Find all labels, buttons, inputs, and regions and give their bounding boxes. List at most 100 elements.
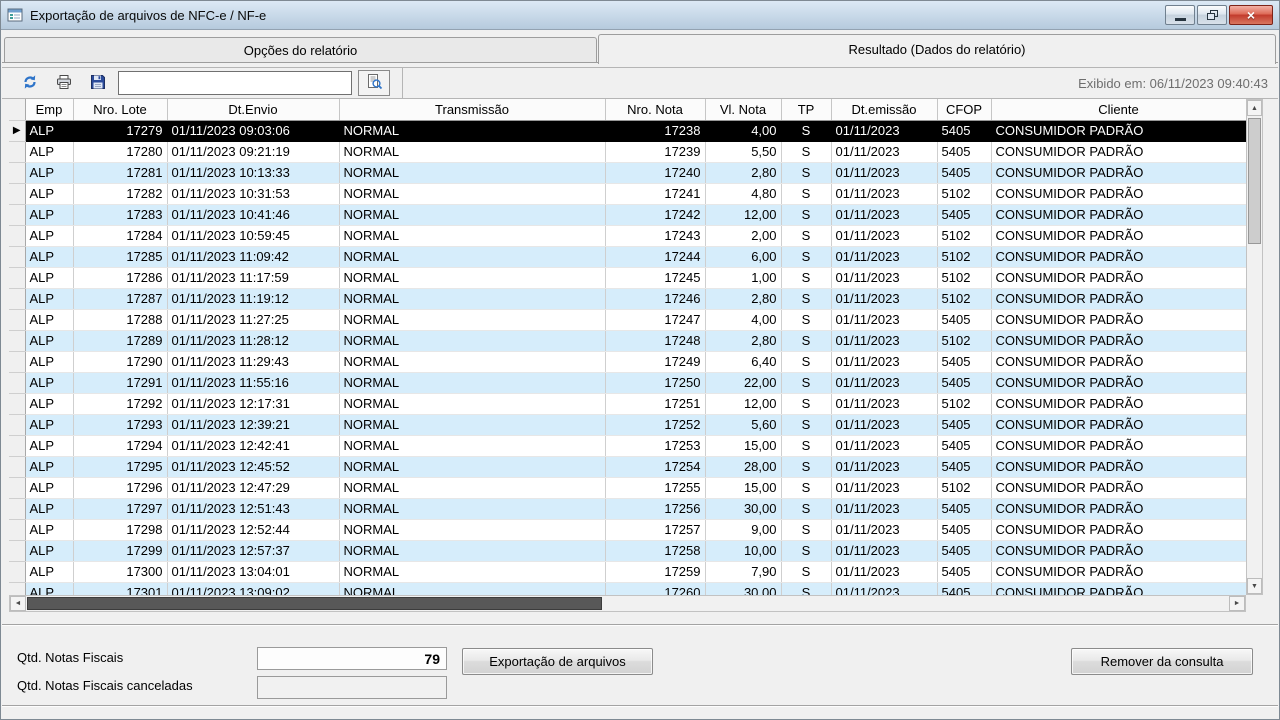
cell[interactable]: S (781, 519, 831, 540)
cell[interactable]: 01/11/2023 11:28:12 (167, 330, 339, 351)
cell[interactable]: NORMAL (339, 267, 605, 288)
cell[interactable]: 5405 (937, 540, 991, 561)
cell[interactable]: CONSUMIDOR PADRÃO (991, 246, 1246, 267)
cell[interactable]: S (781, 540, 831, 561)
column-header-emp[interactable]: Emp (25, 99, 73, 120)
table-row[interactable]: ALP1730101/11/2023 13:09:02NORMAL1726030… (9, 582, 1246, 595)
cell[interactable]: NORMAL (339, 540, 605, 561)
tab-report-result[interactable]: Resultado (Dados do relatório) (598, 34, 1276, 64)
cell[interactable]: 01/11/2023 (831, 540, 937, 561)
cell[interactable]: 01/11/2023 (831, 582, 937, 595)
cell[interactable]: 17285 (73, 246, 167, 267)
remove-from-query-button[interactable]: Remover da consulta (1071, 648, 1253, 675)
table-row[interactable]: ALP1730001/11/2023 13:04:01NORMAL172597,… (9, 561, 1246, 582)
horizontal-scrollbar[interactable]: ◄ ► (9, 595, 1246, 612)
cell[interactable]: 2,00 (705, 225, 781, 246)
cell[interactable]: ALP (25, 519, 73, 540)
cell[interactable]: 17254 (605, 456, 705, 477)
cell[interactable]: 17299 (73, 540, 167, 561)
cell[interactable]: 17260 (605, 582, 705, 595)
cell[interactable]: 17250 (605, 372, 705, 393)
cell[interactable]: 17258 (605, 540, 705, 561)
cell[interactable]: 17288 (73, 309, 167, 330)
cell[interactable]: 01/11/2023 13:09:02 (167, 582, 339, 595)
table-row[interactable]: ALP1728101/11/2023 10:13:33NORMAL172402,… (9, 162, 1246, 183)
filter-input[interactable] (118, 71, 352, 95)
column-header-nro-lote[interactable]: Nro. Lote (73, 99, 167, 120)
cell[interactable]: NORMAL (339, 477, 605, 498)
cell[interactable]: ALP (25, 267, 73, 288)
cell[interactable]: S (781, 141, 831, 162)
cell[interactable]: 17242 (605, 204, 705, 225)
cell[interactable]: 17281 (73, 162, 167, 183)
cell[interactable]: CONSUMIDOR PADRÃO (991, 540, 1246, 561)
cell[interactable]: 17241 (605, 183, 705, 204)
cell[interactable]: 2,80 (705, 162, 781, 183)
cell[interactable]: 01/11/2023 12:17:31 (167, 393, 339, 414)
cell[interactable]: 4,00 (705, 120, 781, 141)
cell[interactable]: CONSUMIDOR PADRÃO (991, 225, 1246, 246)
cell[interactable]: ALP (25, 141, 73, 162)
export-files-button[interactable]: Exportação de arquivos (462, 648, 653, 675)
cell[interactable]: 10,00 (705, 540, 781, 561)
minimize-button[interactable] (1165, 5, 1195, 25)
cell[interactable]: NORMAL (339, 246, 605, 267)
column-header-tp[interactable]: TP (781, 99, 831, 120)
cell[interactable]: CONSUMIDOR PADRÃO (991, 414, 1246, 435)
cell[interactable]: 17294 (73, 435, 167, 456)
qty-cancelled-value[interactable] (257, 676, 447, 699)
cell[interactable]: 28,00 (705, 456, 781, 477)
preview-button[interactable] (358, 70, 390, 96)
cell[interactable]: CONSUMIDOR PADRÃO (991, 204, 1246, 225)
scroll-up-icon[interactable]: ▲ (1247, 100, 1262, 116)
cell[interactable]: ALP (25, 351, 73, 372)
cell[interactable]: 5405 (937, 414, 991, 435)
cell[interactable]: NORMAL (339, 498, 605, 519)
cell[interactable]: 17248 (605, 330, 705, 351)
table-row[interactable]: ALP1729701/11/2023 12:51:43NORMAL1725630… (9, 498, 1246, 519)
cell[interactable]: 2,80 (705, 288, 781, 309)
cell[interactable]: 5102 (937, 330, 991, 351)
column-header-dt-envio[interactable]: Dt.Envio (167, 99, 339, 120)
cell[interactable]: 5102 (937, 477, 991, 498)
cell[interactable]: ALP (25, 456, 73, 477)
cell[interactable]: NORMAL (339, 561, 605, 582)
cell[interactable]: CONSUMIDOR PADRÃO (991, 351, 1246, 372)
cell[interactable]: CONSUMIDOR PADRÃO (991, 498, 1246, 519)
cell[interactable]: 12,00 (705, 393, 781, 414)
cell[interactable]: 7,90 (705, 561, 781, 582)
cell[interactable]: CONSUMIDOR PADRÃO (991, 162, 1246, 183)
cell[interactable]: 01/11/2023 12:39:21 (167, 414, 339, 435)
cell[interactable]: ALP (25, 120, 73, 141)
refresh-button[interactable] (16, 70, 44, 96)
cell[interactable]: 01/11/2023 (831, 561, 937, 582)
cell[interactable]: S (781, 561, 831, 582)
horizontal-scrollbar-thumb[interactable] (27, 597, 602, 610)
cell[interactable]: 17238 (605, 120, 705, 141)
scroll-left-icon[interactable]: ◄ (10, 596, 26, 611)
cell[interactable]: ALP (25, 435, 73, 456)
vertical-scrollbar-thumb[interactable] (1248, 118, 1261, 244)
cell[interactable]: ALP (25, 204, 73, 225)
cell[interactable]: 01/11/2023 09:21:19 (167, 141, 339, 162)
cell[interactable]: ALP (25, 288, 73, 309)
cell[interactable]: CONSUMIDOR PADRÃO (991, 309, 1246, 330)
cell[interactable]: ALP (25, 162, 73, 183)
cell[interactable]: 17240 (605, 162, 705, 183)
scroll-right-icon[interactable]: ► (1229, 596, 1245, 611)
cell[interactable]: 5102 (937, 393, 991, 414)
cell[interactable]: 5405 (937, 561, 991, 582)
cell[interactable]: NORMAL (339, 120, 605, 141)
cell[interactable]: 01/11/2023 (831, 498, 937, 519)
cell[interactable]: 17253 (605, 435, 705, 456)
cell[interactable]: NORMAL (339, 330, 605, 351)
cell[interactable]: S (781, 330, 831, 351)
column-header-vl-nota[interactable]: Vl. Nota (705, 99, 781, 120)
cell[interactable]: CONSUMIDOR PADRÃO (991, 267, 1246, 288)
cell[interactable]: 01/11/2023 11:55:16 (167, 372, 339, 393)
cell[interactable]: 17239 (605, 141, 705, 162)
cell[interactable]: S (781, 477, 831, 498)
cell[interactable]: S (781, 393, 831, 414)
cell[interactable]: 17252 (605, 414, 705, 435)
cell[interactable]: S (781, 162, 831, 183)
